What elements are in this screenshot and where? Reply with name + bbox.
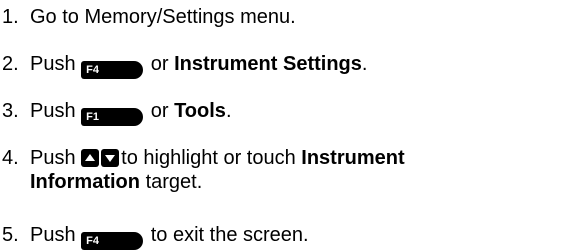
down-arrow-key-icon — [101, 149, 120, 167]
push-word: Push — [30, 53, 76, 75]
instruction-steps: 1. Go to Memory/Settings menu. 2. Push F4 … — [0, 0, 582, 252]
step-1: 1. Go to Memory/Settings menu. — [2, 5, 296, 29]
step-number: 5. — [2, 224, 19, 246]
target-instrument-settings: Instrument Settings — [174, 53, 362, 75]
step-text: Go to Memory/Settings menu. — [30, 6, 296, 28]
target-tools: Tools — [174, 100, 226, 122]
step-end: target. — [145, 171, 203, 193]
step-3: 3. Push F1 or Tools. — [2, 99, 232, 126]
step-end: . — [225, 100, 232, 122]
step-5: 5. Push F4 to exit the screen. — [2, 223, 309, 250]
function-key-icon: F4 — [81, 61, 144, 79]
step-mid: to highlight or touch — [121, 147, 296, 169]
step-end: to exit the screen. — [150, 224, 309, 246]
step-number: 3. — [2, 100, 19, 122]
step-number: 1. — [2, 6, 19, 28]
push-word: Push — [30, 224, 76, 246]
push-word: Push — [30, 147, 76, 169]
or-word: or — [150, 100, 169, 122]
push-word: Push — [30, 100, 76, 122]
function-key-icon: F4 — [81, 232, 144, 250]
step-end: . — [361, 53, 368, 75]
up-arrow-key-icon — [81, 149, 100, 167]
or-word: or — [150, 53, 169, 75]
step-number: 2. — [2, 53, 19, 75]
step-2: 2. Push F4 or Instrument Settings. — [2, 52, 367, 79]
step-number: 4. — [2, 147, 19, 169]
step-4: 4. Push to highlight or touch Instrument I… — [2, 146, 405, 194]
target-instrument: Instrument — [301, 147, 405, 169]
function-key-icon: F1 — [81, 108, 144, 126]
target-information: Information — [30, 171, 140, 193]
